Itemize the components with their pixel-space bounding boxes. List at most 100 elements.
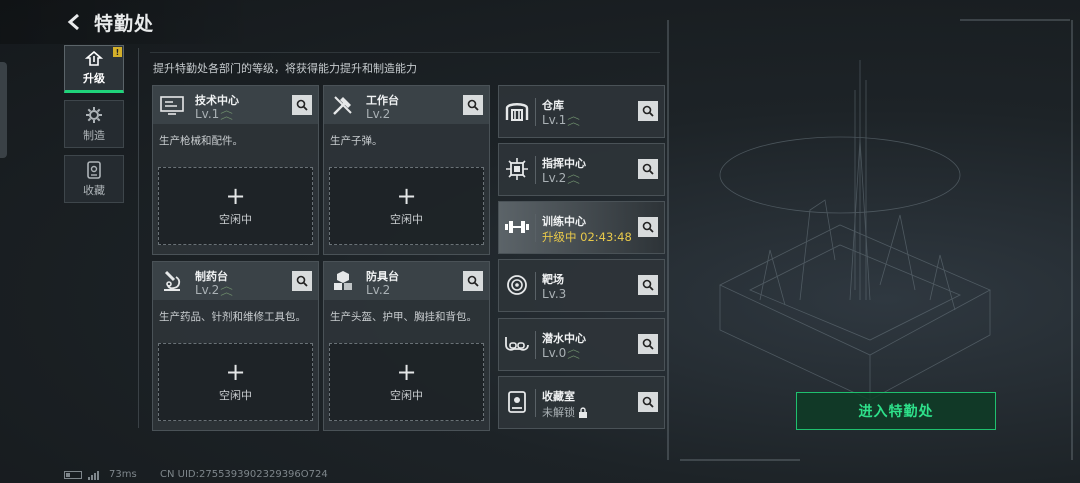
- inspect-button[interactable]: [638, 334, 658, 354]
- facility-level: Lv.1: [542, 113, 567, 127]
- search-icon: [296, 99, 308, 111]
- status-bar: 73ms CN UID:2755393902329396O724: [0, 466, 1080, 483]
- player-uid: CN UID:2755393902329396O724: [160, 469, 328, 480]
- facility-diving-center[interactable]: 潜水中心 Lv.0 ︿ ︿: [498, 318, 665, 371]
- facility-level: Lv.0: [542, 346, 567, 360]
- divider: [150, 52, 660, 53]
- inspect-button[interactable]: [638, 392, 658, 412]
- production-slot[interactable]: + 空闲中: [329, 167, 484, 245]
- workshop-name: 防具台: [366, 270, 399, 283]
- plus-icon: +: [225, 358, 246, 386]
- search-icon: [642, 221, 654, 233]
- lock-icon: [579, 406, 587, 418]
- enter-facility-button[interactable]: 进入特勤处: [796, 392, 996, 430]
- card-header: 制药台 Lv.2 ︿ ︿: [153, 262, 318, 300]
- plus-icon: +: [225, 182, 246, 210]
- back-button[interactable]: [64, 11, 86, 33]
- workshop-card-tech-center[interactable]: 技术中心 Lv.1 ︿ ︿ 生产枪械和配件。 + 空闲中: [152, 85, 319, 255]
- workbench-icon: [328, 91, 358, 119]
- slot-status: 空闲中: [219, 389, 252, 402]
- divider: [535, 214, 536, 242]
- facility-name: 指挥中心: [542, 157, 586, 170]
- upgrade-chevron-icon: ︿ ︿: [567, 345, 581, 361]
- search-icon: [642, 396, 654, 408]
- tab-collection[interactable]: 收藏: [64, 155, 124, 203]
- inspect-button[interactable]: [638, 275, 658, 295]
- divider: [535, 331, 536, 359]
- tab-manufacture[interactable]: 制造: [64, 100, 124, 148]
- facility-shooting-range[interactable]: 靶场 Lv.3: [498, 259, 665, 312]
- facility-level: Lv.2: [542, 171, 567, 185]
- workshop-level: Lv.2: [366, 283, 391, 297]
- workshop-description: 生产枪械和配件。: [159, 135, 243, 147]
- workshop-card-armor-bench[interactable]: 防具台 Lv.2 生产头盔、护甲、胸挂和背包。 + 空闲中: [323, 261, 490, 431]
- facility-warehouse[interactable]: 仓库 Lv.1 ︿ ︿: [498, 85, 665, 138]
- ping-value: 73ms: [109, 469, 137, 480]
- production-slot[interactable]: + 空闲中: [158, 167, 313, 245]
- gear-icon: [86, 106, 102, 123]
- facility-training-center[interactable]: 训练中心 升级中 02:43:48: [498, 201, 665, 254]
- tech-center-icon: [157, 91, 187, 119]
- collection-room-icon: [503, 388, 531, 416]
- slot-status: 空闲中: [390, 389, 423, 402]
- workshop-level: Lv.1: [195, 107, 220, 121]
- target-icon: [503, 271, 531, 299]
- card-header: 技术中心 Lv.1 ︿ ︿: [153, 86, 318, 124]
- notification-badge: !: [113, 47, 122, 57]
- diving-mask-icon: [503, 330, 531, 358]
- warehouse-icon: [503, 97, 531, 125]
- divider: [535, 98, 536, 126]
- search-icon: [467, 275, 479, 287]
- inspect-button[interactable]: [638, 159, 658, 179]
- upgrade-chevron-icon: ︿ ︿: [220, 106, 234, 122]
- inspect-button[interactable]: [463, 271, 483, 291]
- divider: [535, 156, 536, 184]
- search-icon: [642, 279, 654, 291]
- inspect-button[interactable]: [463, 95, 483, 115]
- workshop-card-workbench[interactable]: 工作台 Lv.2 生产子弹。 + 空闲中: [323, 85, 490, 255]
- card-header: 防具台 Lv.2: [324, 262, 489, 300]
- inspect-button[interactable]: [292, 95, 312, 115]
- inspect-button[interactable]: [292, 271, 312, 291]
- divider: [535, 389, 536, 417]
- upgrade-chevron-icon: ︿ ︿: [567, 170, 581, 186]
- signal-icon: [88, 470, 99, 480]
- production-slot[interactable]: + 空闲中: [158, 343, 313, 421]
- collection-icon: [87, 160, 101, 179]
- workshop-level: Lv.2: [195, 283, 220, 297]
- side-handle[interactable]: [0, 62, 7, 158]
- armor-bench-icon: [328, 267, 358, 295]
- slot-status: 空闲中: [219, 213, 252, 226]
- upgrade-icon: [85, 50, 103, 66]
- battery-icon: [64, 471, 82, 479]
- workshop-description: 生产子弹。: [330, 135, 383, 147]
- plus-icon: +: [396, 182, 417, 210]
- inspect-button[interactable]: [638, 217, 658, 237]
- facility-name: 潜水中心: [542, 332, 586, 345]
- back-arrow-icon: [67, 13, 79, 31]
- tab-label: 收藏: [83, 183, 105, 197]
- facility-status: 未解锁: [542, 406, 575, 419]
- workshop-description: 生产药品、针剂和维修工具包。: [159, 311, 306, 323]
- tab-upgrade[interactable]: ! 升级: [64, 45, 124, 93]
- search-icon: [642, 105, 654, 117]
- facility-command-center[interactable]: 指挥中心 Lv.2 ︿ ︿: [498, 143, 665, 196]
- production-slot[interactable]: + 空闲中: [329, 343, 484, 421]
- tab-label: 升级: [83, 71, 105, 85]
- divider: [535, 272, 536, 300]
- search-icon: [467, 99, 479, 111]
- upgrade-timer: 升级中 02:43:48: [542, 230, 632, 244]
- page-title: 特勤处: [94, 12, 155, 35]
- slot-status: 空闲中: [390, 213, 423, 226]
- workshop-description: 生产头盔、护甲、胸挂和背包。: [330, 311, 477, 323]
- tab-label: 制造: [83, 128, 105, 142]
- facility-name: 训练中心: [542, 215, 586, 228]
- facility-name: 仓库: [542, 99, 564, 112]
- dumbbell-icon: [503, 213, 531, 241]
- workshop-level: Lv.2: [366, 107, 391, 121]
- pharmacy-icon: [157, 267, 187, 295]
- facility-collection-room[interactable]: 收藏室 未解锁: [498, 376, 665, 429]
- page-description: 提升特勤处各部门的等级，将获得能力提升和制造能力: [153, 62, 417, 75]
- inspect-button[interactable]: [638, 101, 658, 121]
- workshop-card-pharmacy[interactable]: 制药台 Lv.2 ︿ ︿ 生产药品、针剂和维修工具包。 + 空闲中: [152, 261, 319, 431]
